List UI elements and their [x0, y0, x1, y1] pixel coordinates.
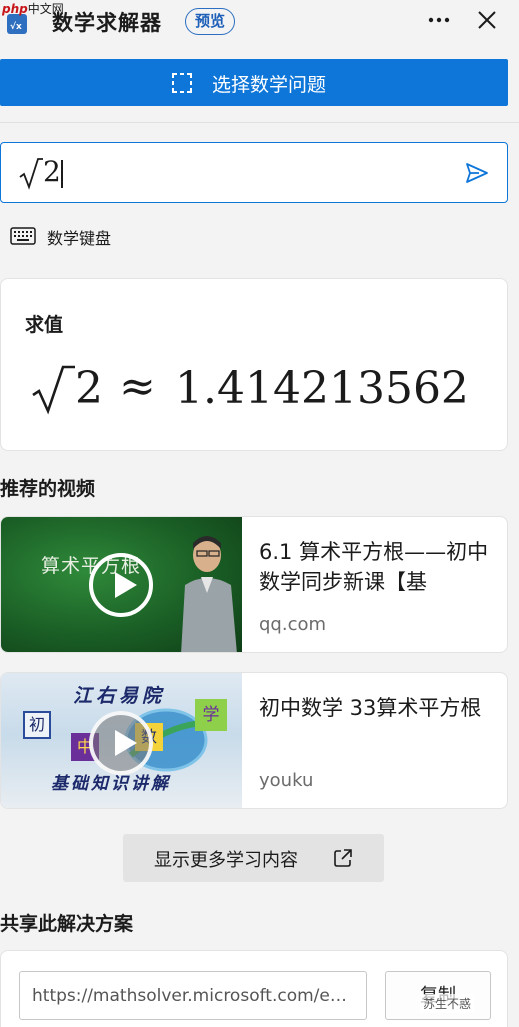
- video-thumbnail: 江右易院 初 中 数 学 基础知识讲解: [1, 673, 242, 808]
- videos-section-title: 推荐的视频: [0, 478, 96, 500]
- radical-sign-icon: [32, 365, 75, 415]
- more-options-icon[interactable]: [425, 9, 453, 31]
- show-more-label: 显示更多学习内容: [154, 850, 298, 871]
- close-icon[interactable]: [474, 7, 500, 33]
- select-math-problem-button[interactable]: 选择数学问题: [0, 59, 508, 106]
- radical-sign-icon: [19, 158, 43, 190]
- share-section-title: 共享此解决方案: [0, 913, 134, 935]
- result-equation: 2 ≈ 1.414213562: [31, 357, 491, 427]
- thumb-tile: 学: [195, 699, 227, 731]
- svg-text:√x: √x: [10, 21, 22, 32]
- divider: [0, 122, 519, 123]
- video-thumbnail: 算术平方根: [1, 517, 242, 652]
- keyboard-icon: [10, 227, 36, 245]
- play-icon[interactable]: [89, 711, 153, 775]
- result-value: 1.414213562: [175, 363, 469, 414]
- header: √x php中文网 数学求解器 预览: [0, 0, 519, 44]
- math-expression-input[interactable]: 2: [0, 142, 508, 203]
- result-card: 求值 2 ≈ 1.414213562: [0, 278, 508, 451]
- video-title[interactable]: 6.1 算术平方根——初中数学同步新课【基: [259, 537, 499, 597]
- watermark-bottom: 苏生不惑: [420, 994, 475, 1013]
- video-title[interactable]: 初中数学 33算术平方根: [259, 693, 499, 723]
- approx-symbol: ≈: [119, 361, 156, 412]
- video-source: qq.com: [259, 614, 327, 635]
- video-source: youku: [259, 770, 314, 791]
- select-math-problem-label: 选择数学问题: [212, 74, 327, 96]
- watermark-php: php: [2, 2, 28, 16]
- external-link-icon: [334, 849, 352, 867]
- send-icon[interactable]: [463, 160, 491, 186]
- thumb-tile: 初: [23, 711, 51, 739]
- app-title: 数学求解器: [52, 11, 162, 35]
- play-icon[interactable]: [89, 553, 153, 617]
- video-card[interactable]: 算术平方根 6.1 算术平方根——初中数学同步新课【基 qq.com: [0, 516, 508, 653]
- result-radicand: 2: [75, 363, 103, 414]
- share-url-field[interactable]: [19, 971, 367, 1020]
- preview-badge: 预览: [185, 8, 236, 35]
- math-solver-panel: √x php中文网 数学求解器 预览 选择数学问题 2 数学键盘 求值 2 ≈ …: [0, 0, 519, 1027]
- input-radicand: 2: [43, 155, 61, 188]
- teacher-figure: [181, 536, 237, 652]
- show-more-learning-button[interactable]: 显示更多学习内容: [123, 834, 384, 882]
- result-heading: 求值: [25, 314, 64, 336]
- selection-area-icon: [172, 73, 192, 93]
- text-caret: [61, 160, 63, 188]
- share-card: 复制: [0, 950, 508, 1027]
- math-keyboard-label: 数学键盘: [47, 229, 112, 248]
- video-card[interactable]: 江右易院 初 中 数 学 基础知识讲解 初中数学 33算术平方根 youku: [0, 672, 508, 809]
